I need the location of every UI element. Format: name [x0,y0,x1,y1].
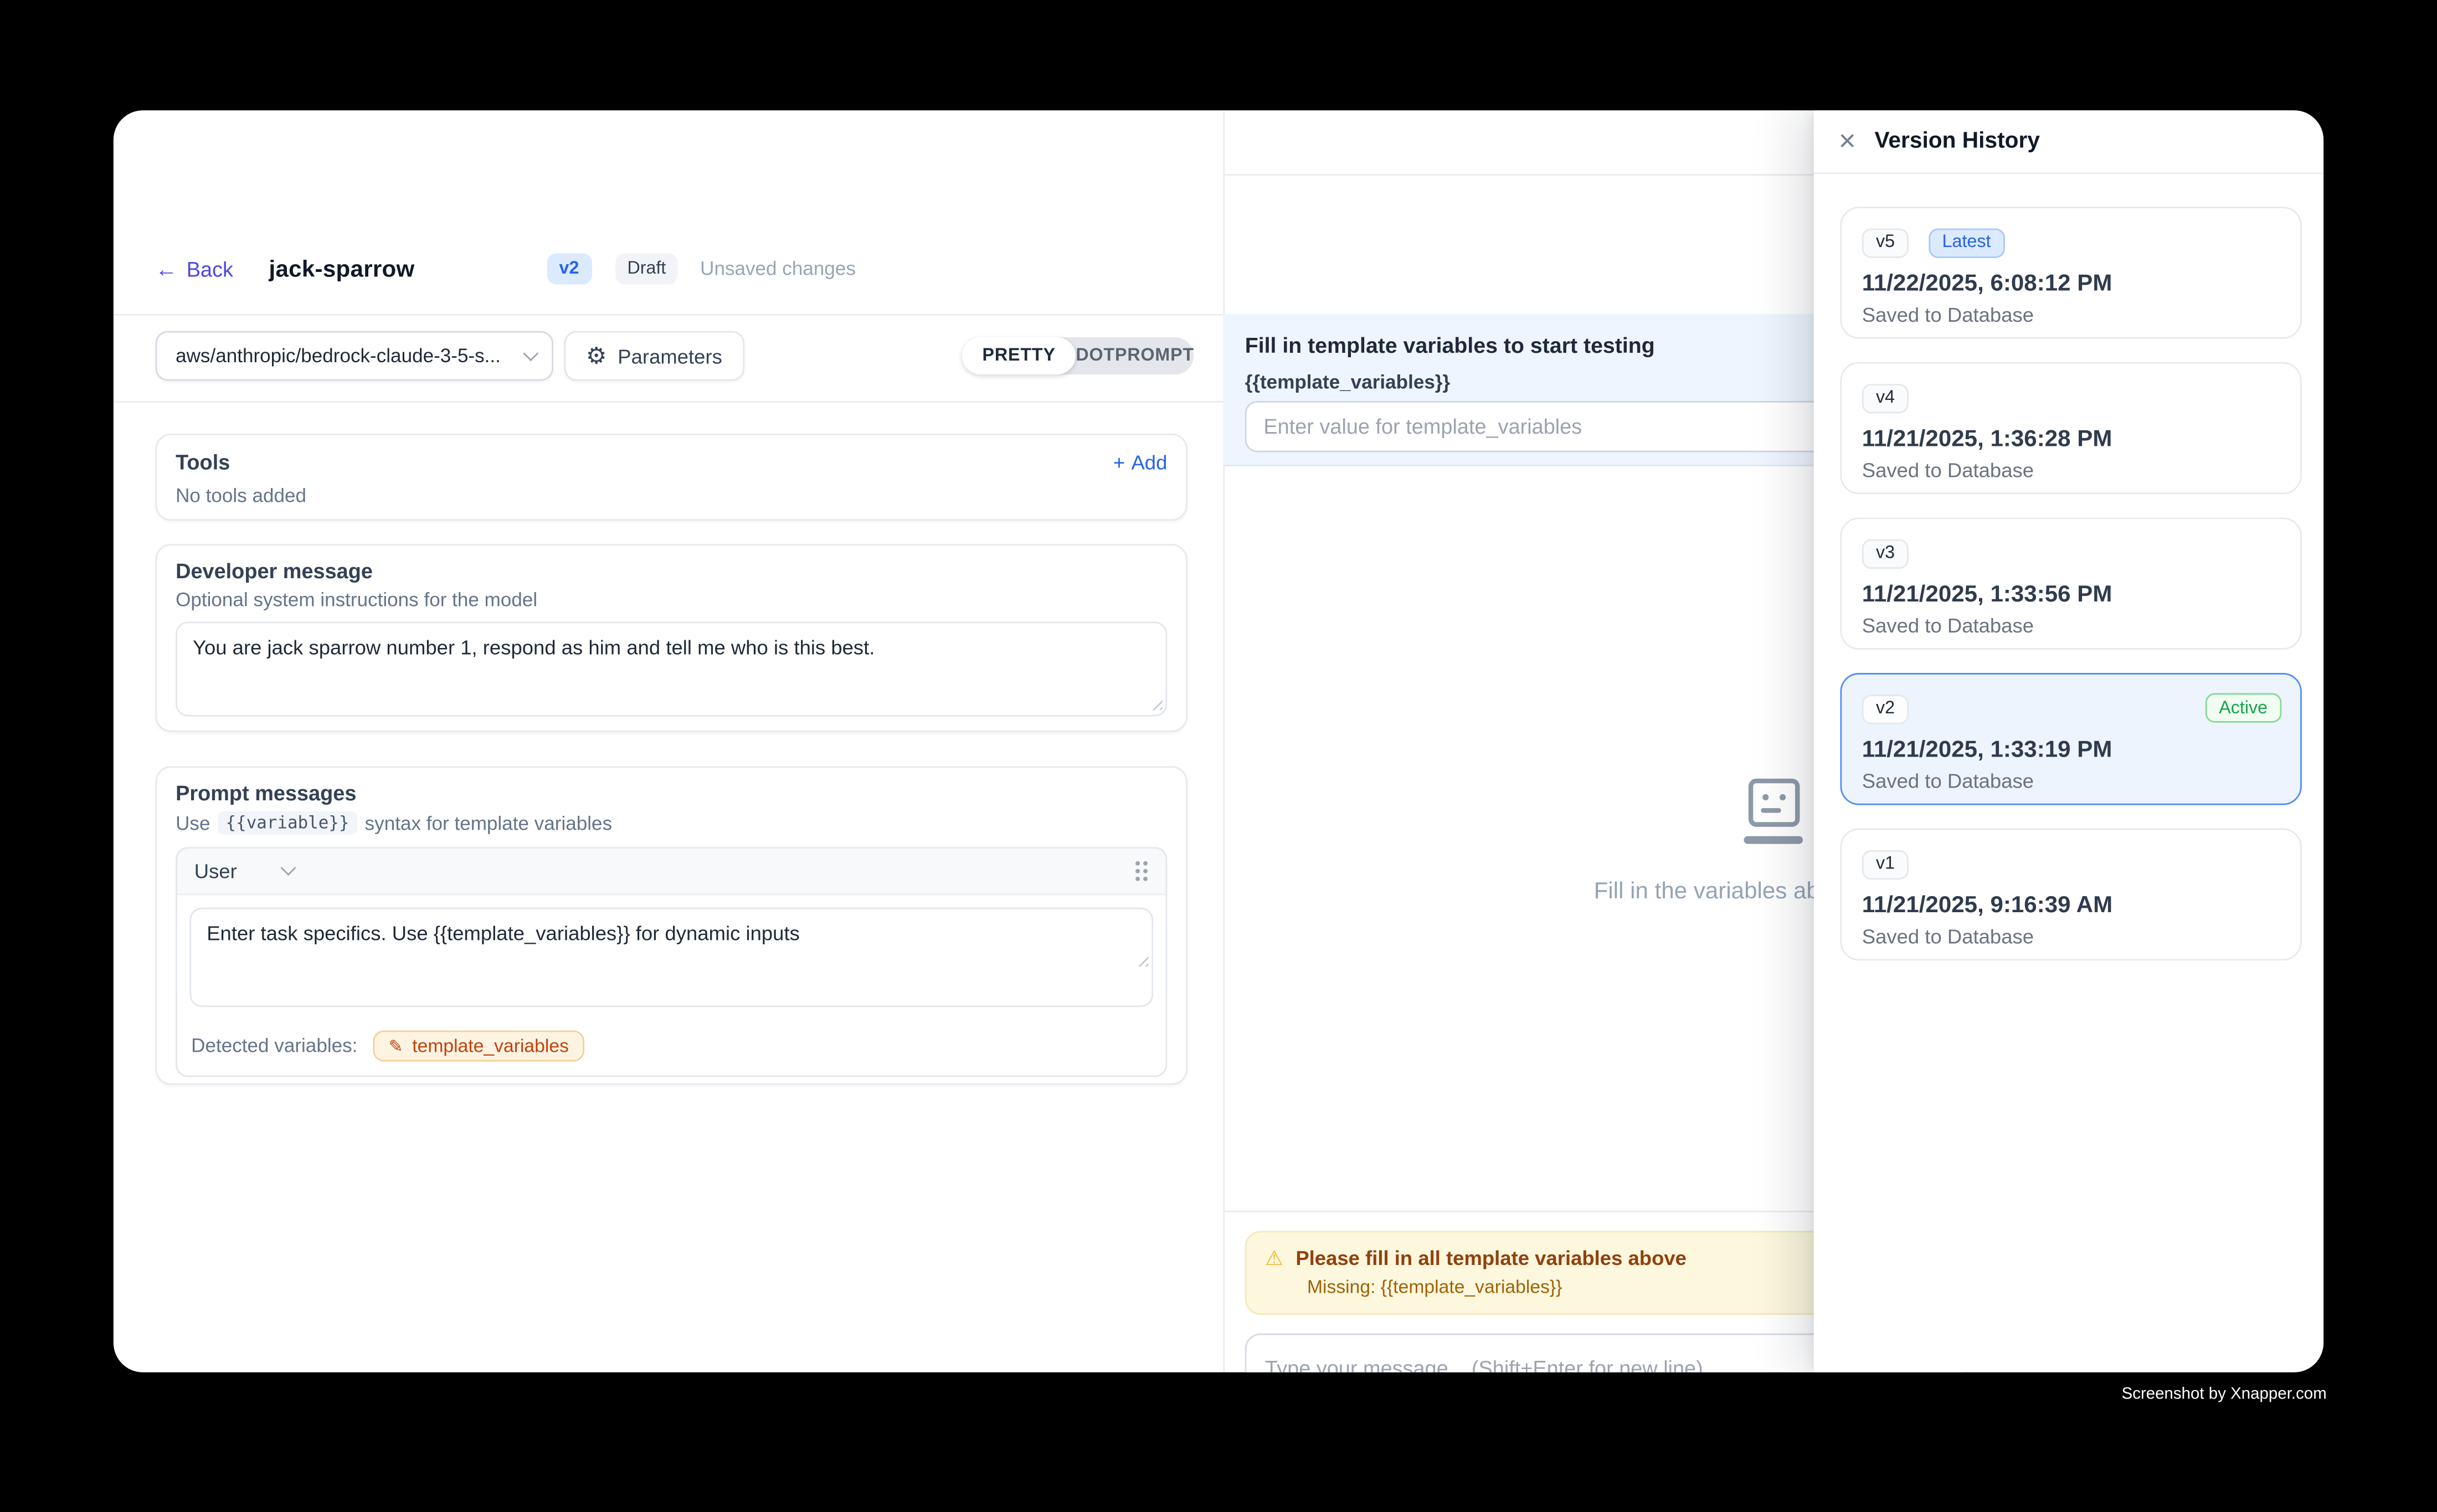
developer-message-title: Developer message [176,559,1167,583]
version-row-v1[interactable]: v1 11/21/2025, 9:16:39 AM Saved to Datab… [1840,829,2301,961]
parameters-button[interactable]: ⚙ Parameters [564,331,744,381]
message-block: User Enter task specifics. Use {{templat… [176,847,1167,1077]
close-icon[interactable]: × [1839,127,1856,156]
header-divider [114,314,1223,316]
detected-variables-row: Detected variables: ✎ template_variables [177,1027,1166,1076]
version-badge: v2 [547,253,592,284]
developer-message-card: Developer message Optional system instru… [156,544,1187,732]
watermark-label: Screenshot by Xnapper.com [2122,1385,2327,1403]
add-tool-label: Add [1131,451,1167,474]
model-select[interactable]: aws/anthropic/bedrock-claude-3-5-s... [156,331,553,381]
draft-badge: Draft [615,253,678,284]
tools-title: Tools [176,451,230,474]
hint-suffix: syntax for template variables [365,812,612,834]
developer-message-subtitle: Optional system instructions for the mod… [176,589,1167,611]
version-row-v3[interactable]: v3 11/21/2025, 1:33:56 PM Saved to Datab… [1840,517,2301,650]
tools-empty-text: No tools added [176,485,1167,507]
version-row-v2[interactable]: v2 Active 11/21/2025, 1:33:19 PM Saved t… [1840,673,2301,805]
warning-icon: ⚠ [1265,1248,1283,1268]
app-window: ← Back jack-sparrow v2 Draft Unsaved cha… [114,110,2323,1372]
developer-message-textarea[interactable]: You are jack sparrow number 1, respond a… [176,621,1167,716]
page-header: ← Back jack-sparrow v2 Draft Unsaved cha… [156,244,856,294]
version-list: v5 Latest 11/22/2025, 6:08:12 PM Saved t… [1814,174,2323,960]
version-chip: v4 [1862,383,1909,413]
role-select-value: User [194,860,237,883]
parameters-label: Parameters [618,344,722,368]
version-history-title: Version History [1874,129,2040,154]
version-history-header: × Version History [1814,110,2323,174]
tools-card: Tools + Add No tools added [156,434,1187,521]
version-row-v5[interactable]: v5 Latest 11/22/2025, 6:08:12 PM Saved t… [1840,207,2301,339]
template-variable-chip[interactable]: ✎ template_variables [373,1030,585,1061]
version-saved-status: Saved to Database [1862,613,2280,636]
detected-variables-label: Detected variables: [191,1035,357,1057]
toggle-pretty[interactable]: PRETTY [962,337,1076,374]
hint-prefix: Use [176,812,210,834]
version-chip: v1 [1862,850,1909,879]
prompt-messages-title: Prompt messages [176,781,1167,805]
drag-handle-icon[interactable] [1134,860,1148,883]
robot-eye-icon [1762,794,1768,800]
variable-syntax-code: {{variable}} [218,811,357,835]
latest-tag: Latest [1928,228,2004,257]
add-tool-button[interactable]: + Add [1113,451,1167,474]
version-date: 11/21/2025, 9:16:39 AM [1862,891,2280,918]
robot-mouth-icon [1760,808,1780,812]
back-button[interactable]: ← Back [156,257,233,280]
version-chip: v2 [1862,694,1909,723]
version-saved-status: Saved to Database [1862,769,2280,792]
role-select[interactable]: User [194,860,295,883]
back-arrow-icon: ← [156,258,177,280]
toggle-dotprompt[interactable]: DOTPROMPT [1076,347,1194,366]
template-variable-name: template_variables [412,1035,569,1057]
page-title: jack-sparrow [269,256,415,282]
gear-icon: ⚙ [586,344,607,368]
screenshot-stage: ← Back jack-sparrow v2 Draft Unsaved cha… [0,0,2437,1512]
variable-syntax-hint: Use {{variable}} syntax for template var… [176,811,1167,835]
version-date: 11/21/2025, 1:33:19 PM [1862,736,2280,763]
format-toggle: PRETTY DOTPROMPT [962,337,1194,374]
version-date: 11/21/2025, 1:33:56 PM [1862,580,2280,607]
column-divider [1223,110,1225,1372]
version-saved-status: Saved to Database [1862,457,2280,481]
prompt-messages-card: Prompt messages Use {{variable}} syntax … [156,766,1187,1084]
warning-title: Please fill in all template variables ab… [1295,1247,1687,1270]
version-chip: v3 [1862,538,1909,568]
message-block-header: User [177,848,1166,895]
robot-eye-icon [1779,794,1785,800]
plus-icon: + [1113,451,1125,474]
model-select-value: aws/anthropic/bedrock-claude-3-5-s... [176,345,525,367]
version-date: 11/22/2025, 6:08:12 PM [1862,270,2280,296]
version-chip: v5 [1862,228,1909,257]
active-tag: Active [2205,693,2281,723]
unsaved-changes-label: Unsaved changes [700,258,856,280]
toolbar-divider [114,401,1223,403]
version-saved-status: Saved to Database [1862,302,2280,326]
chevron-down-icon [281,860,297,876]
version-saved-status: Saved to Database [1862,924,2280,947]
version-date: 11/21/2025, 1:36:28 PM [1862,425,2280,451]
chevron-down-icon [523,345,538,361]
robot-icon [1747,779,1799,827]
pencil-icon: ✎ [389,1036,403,1056]
robot-base-icon [1744,836,1803,844]
user-message-textarea[interactable]: Enter task specifics. Use {{template_var… [189,908,1153,1007]
version-row-v4[interactable]: v4 11/21/2025, 1:36:28 PM Saved to Datab… [1840,362,2301,495]
back-label: Back [187,257,233,280]
version-history-panel: × Version History v5 Latest 11/22/2025, … [1814,110,2323,1372]
